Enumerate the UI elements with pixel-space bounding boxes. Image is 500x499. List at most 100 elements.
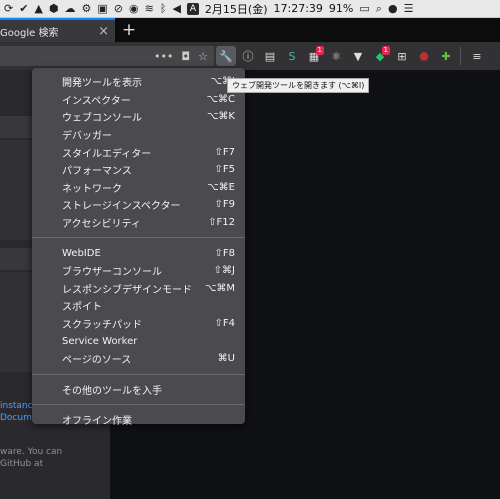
- menu-item[interactable]: WebIDE ⇧F8: [32, 244, 245, 262]
- extension-screen-icon[interactable]: ▤: [260, 46, 280, 66]
- menu-item-shortcut: ⌥⌘C: [206, 93, 235, 105]
- menu-item-label: ブラウザーコンソール: [62, 267, 162, 279]
- web-developer-menu: 開発ツールを表示 ⌥⌘I インスペクター ⌥⌘C ウェブコンソール ⌥⌘K デバッガー スタイ…: [32, 68, 245, 427]
- check-circle-icon[interactable]: ✔: [19, 0, 28, 18]
- menu-item[interactable]: ネットワーク ⌥⌘E: [32, 179, 245, 197]
- menubar-time[interactable]: 17:27:39: [274, 2, 323, 15]
- menu-item-label: デバッガー: [62, 131, 112, 143]
- pocket-icon[interactable]: ◘: [181, 50, 190, 63]
- menubar-date[interactable]: 2月15日(金): [205, 1, 268, 17]
- bookmark-star-icon[interactable]: ☆: [198, 50, 208, 63]
- developer-wrench-button[interactable]: 🔧: [216, 46, 236, 66]
- menu-item-label: スポイト: [62, 302, 102, 314]
- menu-item-label: ウェブコンソール: [62, 113, 142, 125]
- menu-item[interactable]: ウェブコンソール ⌥⌘K: [32, 108, 245, 126]
- gear-icon[interactable]: ⚙: [82, 0, 92, 18]
- navigation-toolbar: ••• ◘ ☆ 🔧 ⓘ ▤ S ▦ 1 ⚛ ▼ ◆ 1 ⊞ ⬣ ✚ ≡: [0, 42, 500, 70]
- sync-icon[interactable]: ⟳: [4, 0, 13, 18]
- menu-item-label: Service Worker: [62, 335, 138, 347]
- menu-item-label: インスペクター: [62, 95, 131, 107]
- menu-item-shortcut: ⇧F12: [208, 217, 235, 229]
- menu-item-shortcut: ⇧F9: [214, 199, 236, 211]
- extension-badge-count: 1: [315, 46, 324, 55]
- menu-separator: [32, 404, 245, 406]
- menu-separator: [32, 373, 245, 375]
- puzzle-extension-icon[interactable]: ✚: [436, 46, 456, 66]
- vue-devtools-icon[interactable]: ▼: [348, 46, 368, 66]
- hamburger-menu-icon[interactable]: ≡: [467, 46, 487, 66]
- menu-item-shortcut: ⌥⌘E: [207, 181, 235, 193]
- tab-bar: Google 検索 × +: [0, 18, 500, 42]
- menu-item-shortcut: ⇧⌘J: [213, 265, 235, 277]
- macos-menubar: ⟳ ✔ ▲ ⬢ ☁ ⚙ ▣ ⊘ ◉ ≋ ᛒ ◀ A 2月15日(金) 17:27…: [0, 0, 500, 18]
- content-link-text[interactable]: Docum: [0, 412, 32, 424]
- extension-badge-icon[interactable]: ▦ 1: [304, 46, 324, 66]
- menu-item[interactable]: オフライン作業: [32, 411, 245, 429]
- menu-item[interactable]: パフォーマンス ⇧F5: [32, 161, 245, 179]
- box-icon[interactable]: ▣: [97, 0, 107, 18]
- menu-item-shortcut: ⇧F8: [214, 247, 236, 259]
- menu-item-label: ページのソース: [62, 355, 132, 367]
- content-link-text[interactable]: instanc: [0, 400, 33, 412]
- menu-item-shortcut: ⇧F7: [214, 146, 236, 158]
- menu-item[interactable]: レスポンシブデザインモード ⌥⌘M: [32, 280, 245, 298]
- menu-item-shortcut: ⇧F5: [214, 164, 236, 176]
- menu-item-shortcut: ⇧F4: [214, 318, 236, 330]
- menu-item[interactable]: アクセシビリティ ⇧F12: [32, 214, 245, 232]
- menu-item-label: スタイルエディター: [62, 148, 152, 160]
- extension-info-icon[interactable]: ⓘ: [238, 46, 258, 66]
- extension-grid-icon[interactable]: ⊞: [392, 46, 412, 66]
- menu-item-shortcut: ⌘U: [217, 353, 235, 365]
- menu-separator: [32, 237, 245, 239]
- cloud-icon[interactable]: ☁: [65, 0, 76, 18]
- menu-item-label: パフォーマンス: [62, 166, 132, 178]
- wifi-icon[interactable]: ≋: [145, 0, 154, 18]
- menu-item-label: アクセシビリティ: [62, 219, 141, 231]
- menu-item[interactable]: 開発ツールを表示 ⌥⌘I: [32, 73, 245, 91]
- input-source-badge[interactable]: A: [186, 2, 199, 15]
- menu-item[interactable]: ページのソース ⌘U: [32, 350, 245, 368]
- menu-item[interactable]: デバッガー: [32, 126, 245, 144]
- menu-item-label: その他のツールを入手: [62, 385, 162, 397]
- menu-item[interactable]: その他のツールを入手: [32, 381, 245, 399]
- close-tab-icon[interactable]: ×: [98, 24, 109, 39]
- user-icon[interactable]: ◉: [129, 0, 139, 18]
- extension-s-icon[interactable]: S: [282, 46, 302, 66]
- spotlight-search-icon[interactable]: ⌕: [376, 0, 382, 18]
- menu-item-shortcut: ⌥⌘K: [206, 111, 235, 123]
- blocked-icon[interactable]: ⊘: [114, 0, 123, 18]
- cube-icon[interactable]: ⬢: [49, 0, 59, 18]
- content-text: ware. You can: [0, 447, 63, 457]
- menu-item-label: オフライン作業: [62, 416, 132, 428]
- drive-icon[interactable]: ▲: [34, 0, 42, 18]
- menu-item-label: レスポンシブデザインモード: [62, 284, 192, 296]
- menu-item-label: ストレージインスペクター: [62, 201, 181, 213]
- menu-item[interactable]: Service Worker: [32, 332, 245, 350]
- battery-percent[interactable]: 91%: [329, 2, 353, 15]
- menu-item[interactable]: スクラッチパッド ⇧F4: [32, 315, 245, 333]
- menu-item[interactable]: スタイルエディター ⇧F7: [32, 143, 245, 161]
- content-text: GitHub at: [0, 459, 44, 469]
- menu-item-label: スクラッチパッド: [62, 320, 142, 332]
- bluetooth-icon[interactable]: ᛒ: [160, 0, 167, 18]
- siri-icon[interactable]: ●: [388, 0, 398, 18]
- menu-item[interactable]: ストレージインスペクター ⇧F9: [32, 196, 245, 214]
- menu-item[interactable]: インスペクター ⌥⌘C: [32, 91, 245, 109]
- ublock-origin-icon[interactable]: ⬣: [414, 46, 434, 66]
- menu-item-label: WebIDE: [62, 247, 101, 259]
- menu-item[interactable]: スポイト: [32, 297, 245, 315]
- menu-item[interactable]: ブラウザーコンソール ⇧⌘J: [32, 262, 245, 280]
- notification-center-icon[interactable]: ☰: [404, 0, 414, 18]
- toolbar-separator: [460, 47, 461, 65]
- battery-icon[interactable]: ▭: [359, 0, 369, 18]
- extension-green-icon[interactable]: ◆ 1: [370, 46, 390, 66]
- react-devtools-icon[interactable]: ⚛: [326, 46, 346, 66]
- tab-google-search[interactable]: Google 検索 ×: [0, 18, 115, 42]
- menu-item-label: 開発ツールを表示: [62, 78, 142, 90]
- wrench-icon: 🔧: [219, 49, 233, 63]
- url-bar[interactable]: ••• ◘ ☆: [0, 46, 214, 66]
- new-tab-button[interactable]: +: [115, 18, 143, 42]
- volume-icon[interactable]: ◀: [172, 0, 180, 18]
- page-actions-icon[interactable]: •••: [154, 50, 173, 63]
- menu-item-label: ネットワーク: [62, 183, 122, 195]
